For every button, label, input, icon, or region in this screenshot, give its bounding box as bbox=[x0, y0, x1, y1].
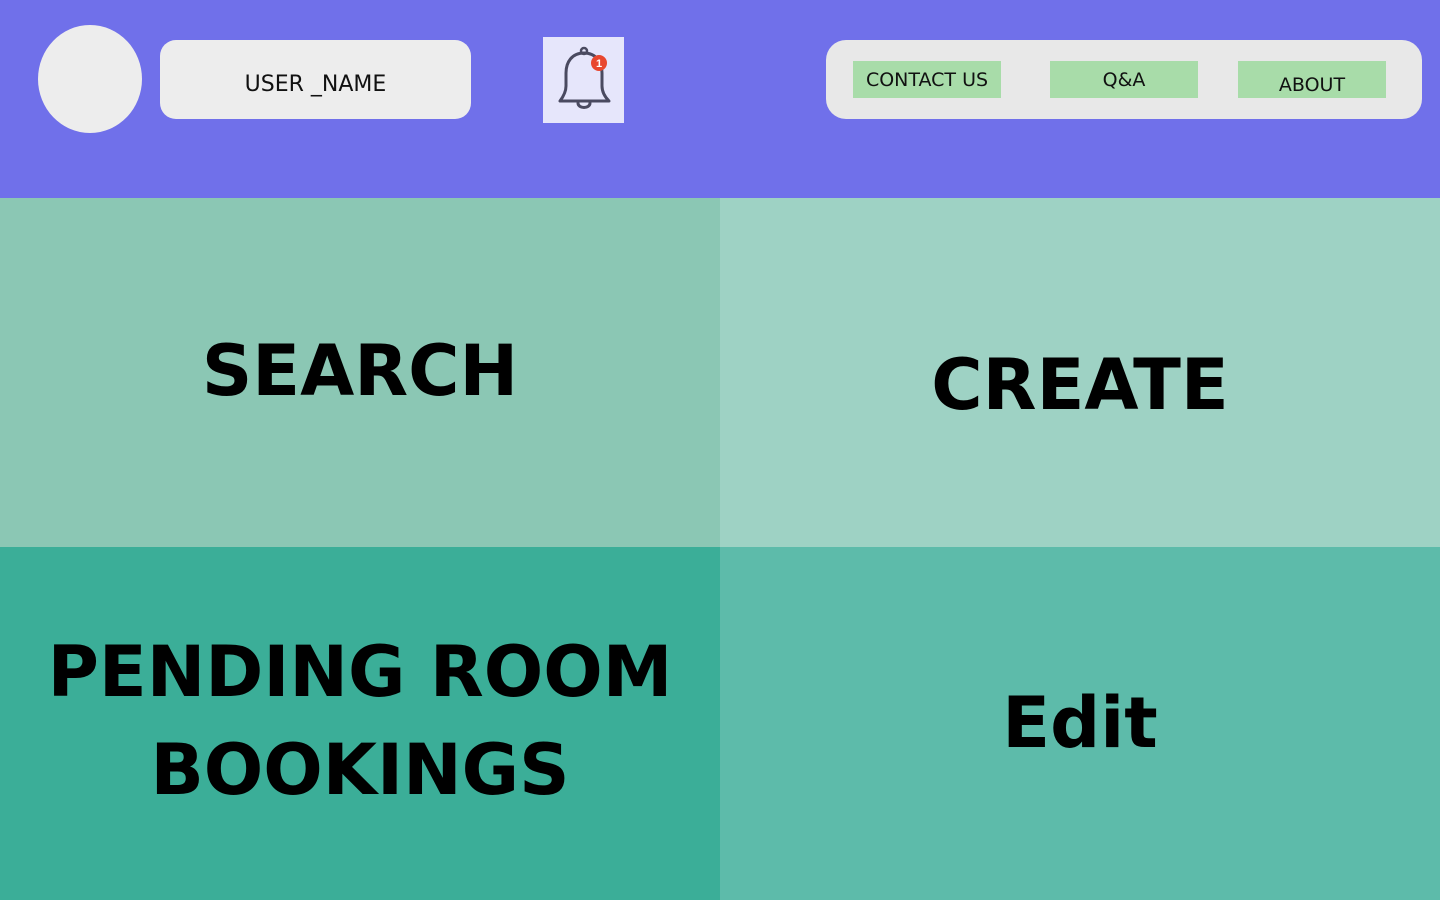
qa-button[interactable]: Q&A bbox=[1050, 61, 1198, 98]
create-tile[interactable]: CREATE bbox=[720, 198, 1440, 547]
about-button[interactable]: ABOUT bbox=[1238, 61, 1386, 98]
edit-tile[interactable]: Edit bbox=[720, 547, 1440, 900]
top-nav: CONTACT US Q&A ABOUT bbox=[826, 40, 1422, 119]
notification-count: 1 bbox=[596, 58, 602, 70]
user-avatar[interactable] bbox=[38, 25, 142, 133]
username-label: USER _NAME bbox=[244, 72, 387, 97]
top-header: USER _NAME 1 CONTACT US Q&A ABOUT bbox=[0, 0, 1440, 198]
username-field: USER _NAME bbox=[160, 40, 471, 119]
search-tile-label: SEARCH bbox=[201, 329, 519, 412]
bell-icon: 1 bbox=[558, 46, 611, 109]
edit-tile-label: Edit bbox=[1002, 681, 1158, 764]
pending-bookings-tile[interactable]: PENDING ROOM BOOKINGS bbox=[0, 547, 720, 900]
create-tile-label: CREATE bbox=[931, 343, 1229, 426]
search-tile[interactable]: SEARCH bbox=[0, 198, 720, 547]
contact-us-button[interactable]: CONTACT US bbox=[853, 61, 1001, 98]
notifications-button[interactable]: 1 bbox=[543, 37, 624, 123]
pending-bookings-label: PENDING ROOM BOOKINGS bbox=[47, 630, 673, 811]
